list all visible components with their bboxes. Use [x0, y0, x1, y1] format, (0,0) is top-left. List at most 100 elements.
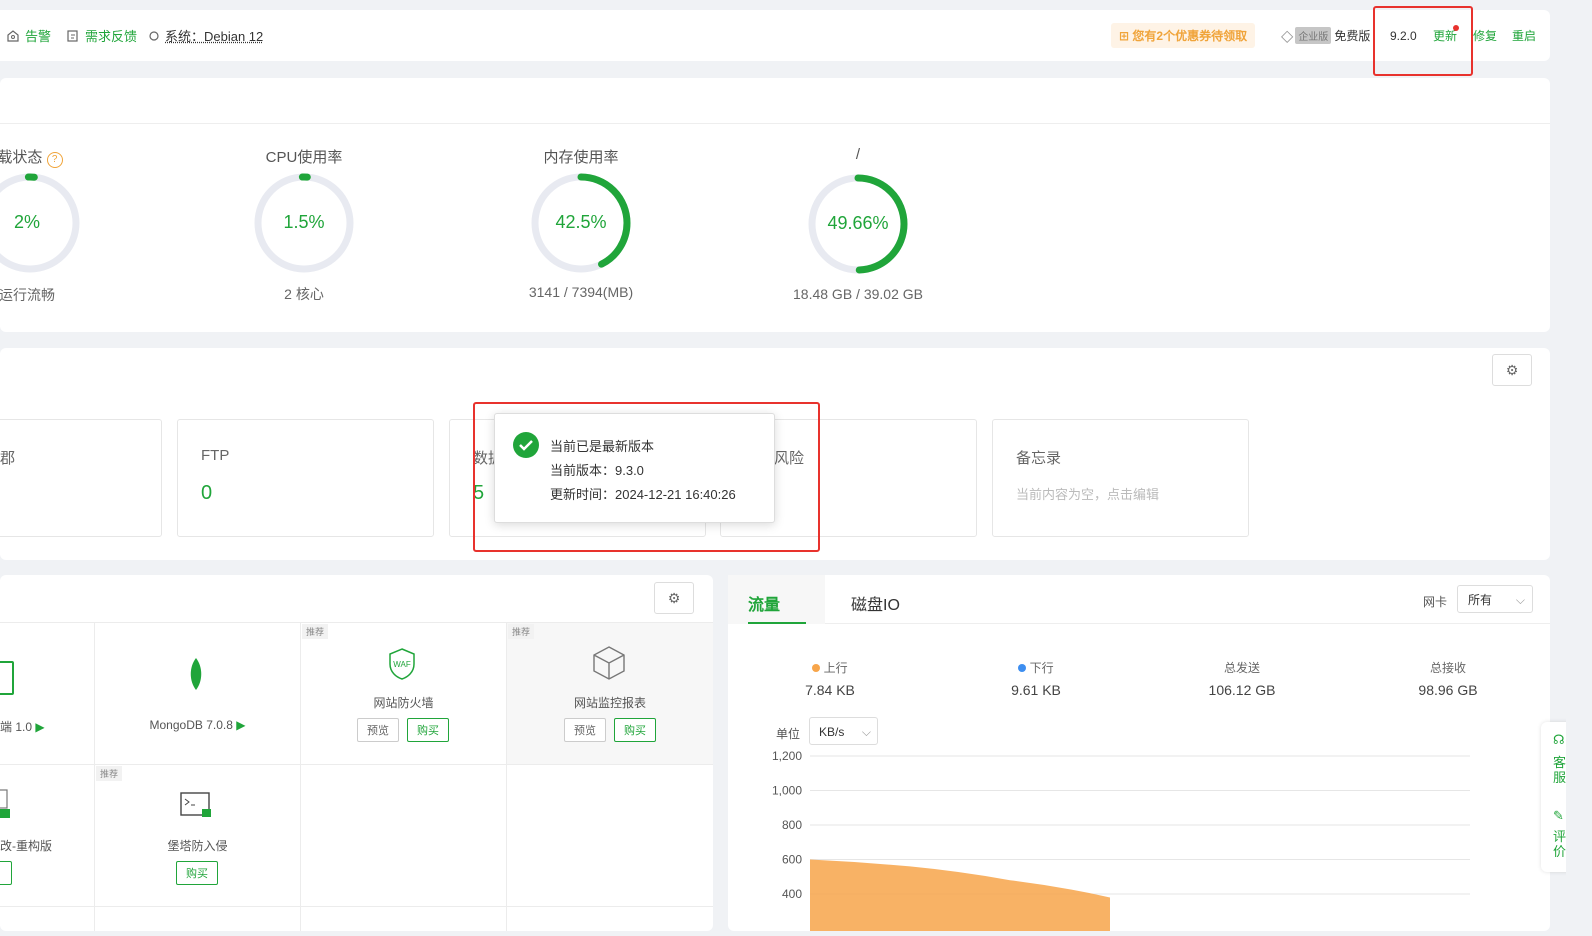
- waf-buy-button[interactable]: 购买: [407, 718, 449, 742]
- ftp-box[interactable]: FTP 0: [177, 419, 434, 537]
- upload-label-text: 上行: [823, 661, 848, 675]
- tab-disk-io[interactable]: 磁盘IO: [851, 591, 900, 615]
- tab-indicator: [748, 622, 806, 624]
- diamond-icon: ◇: [1281, 27, 1294, 45]
- edit-icon: ✎: [1553, 808, 1564, 823]
- repair-button[interactable]: 修复: [1473, 10, 1497, 61]
- download-label-text: 下行: [1029, 661, 1054, 675]
- download-dot: [1018, 664, 1027, 672]
- play-icon[interactable]: ▶: [35, 720, 44, 734]
- nic-select[interactable]: 所有 ⌵: [1457, 585, 1533, 613]
- circle-icon: [149, 30, 159, 41]
- divider: [0, 906, 713, 907]
- y-tick-label: 800: [782, 818, 802, 832]
- overview-panel: ⚙ 郡 FTP 0 数据 5 风险 备忘录 当前内容为空，点击编辑: [0, 348, 1550, 560]
- software-settings-button[interactable]: ⚙: [654, 582, 694, 614]
- monitor-name: 网站监控报表: [573, 696, 646, 710]
- alert-link[interactable]: 告警: [6, 10, 51, 61]
- intrusion-buy-button[interactable]: 购买: [176, 861, 218, 885]
- coupon-text: 您有2个优惠券待领取: [1132, 29, 1248, 43]
- coupon-banner[interactable]: ⊞ 您有2个优惠券待领取: [1111, 10, 1256, 61]
- total-sent-value: 106.12 GB: [1208, 682, 1276, 698]
- edit-icon: [67, 29, 78, 42]
- ftp-label: FTP: [201, 447, 230, 464]
- version-label: 9.2.0: [1390, 28, 1417, 43]
- memo-box[interactable]: 备忘录 当前内容为空，点击编辑: [992, 419, 1249, 537]
- divider: [728, 623, 1550, 624]
- system-info[interactable]: 系统：Debian 12: [148, 10, 263, 61]
- alert-label: 告警: [25, 29, 52, 44]
- recommend-tag: 推荐: [508, 624, 535, 639]
- recommend-tag: 推荐: [302, 624, 329, 639]
- y-tick-label: 1,200: [772, 749, 802, 763]
- unit-select-value: KB/s: [819, 725, 845, 739]
- software-name: 端 1.0: [0, 720, 33, 734]
- overview-settings-button[interactable]: ⚙: [1492, 354, 1532, 386]
- monitor-preview-button[interactable]: 预览: [564, 718, 606, 742]
- tab-traffic[interactable]: 流量: [748, 591, 780, 615]
- y-tick-label: 1,000: [772, 784, 802, 798]
- upload-value: 7.84 KB: [805, 682, 855, 698]
- download-label: 下行: [976, 659, 1096, 676]
- nic-label: 网卡: [1423, 595, 1448, 609]
- memory-title: 内存使用率: [543, 149, 619, 166]
- intrusion-name: 堡塔防入侵: [167, 839, 228, 853]
- nic-select-value: 所有: [1468, 593, 1493, 607]
- software-item-2[interactable]: MongoDB 7.0.8 ▶: [95, 718, 300, 732]
- edition-info[interactable]: ◇ 企业版 免费版: [1281, 10, 1370, 61]
- gear-icon: ⚙: [1505, 361, 1519, 378]
- gift-icon: ⊞: [1119, 29, 1133, 43]
- svg-text:WAF: WAF: [393, 660, 411, 669]
- download-value: 9.61 KB: [1011, 682, 1061, 698]
- divider: [94, 622, 95, 931]
- software-item-1[interactable]: 端 1.0 ▶: [0, 718, 45, 735]
- chevron-down-icon: ⌵: [1515, 593, 1525, 607]
- alert-icon: [7, 29, 19, 42]
- total-received-value: 98.96 GB: [1418, 682, 1478, 698]
- cube-icon: [593, 646, 625, 680]
- status-panel: 载状态 ? 2% 运行流畅 CPU使用率 1.5% 2 核心 内存使用率 42.…: [0, 78, 1550, 332]
- question-icon[interactable]: ?: [46, 152, 63, 168]
- divider: [0, 123, 1550, 124]
- upload-dot: [812, 664, 821, 672]
- load-value: 2%: [13, 212, 40, 232]
- cpu-sub: 2 核心: [284, 286, 324, 302]
- unit-select[interactable]: KB/s ⌵: [809, 717, 878, 745]
- load-title-text: 载状态: [0, 149, 43, 166]
- feedback-label: 需求反馈: [85, 29, 138, 44]
- ftp-value[interactable]: 0: [201, 482, 212, 505]
- check-circle-icon: [513, 432, 539, 458]
- restart-button[interactable]: 重启: [1512, 10, 1536, 61]
- y-tick-label: 600: [782, 853, 802, 867]
- system-label: 系统：Debian 12: [165, 29, 264, 44]
- popup-title: 当前已是最新版本: [550, 439, 655, 454]
- popup-time: 更新时间：2024-12-21 16:40:26: [550, 487, 736, 502]
- waf-preview-button[interactable]: 预览: [357, 718, 399, 742]
- monitor-buy-button[interactable]: 购买: [614, 718, 656, 742]
- memo-placeholder[interactable]: 当前内容为空，点击编辑: [1016, 484, 1159, 503]
- waf-shield-icon: WAF: [389, 648, 415, 680]
- scrollbar[interactable]: [1566, 0, 1592, 931]
- update-button[interactable]: 更新: [1433, 10, 1457, 61]
- waf-name: 网站防火墙: [373, 696, 434, 710]
- traffic-chart: 1,200 1,000 800 600 400: [728, 745, 1550, 931]
- feedback-link[interactable]: 需求反馈: [66, 10, 137, 61]
- lock-icon: [0, 789, 10, 818]
- top-header: 告警 需求反馈 系统：Debian 12 ⊞ 您有2个优惠券待领取 ◇ 企业版 …: [0, 10, 1550, 61]
- terminal-icon: [180, 792, 211, 817]
- item5-button[interactable]: [0, 861, 12, 885]
- update-dot: [1453, 25, 1459, 31]
- traffic-panel: 流量 磁盘IO 网卡 所有 ⌵ 上行 7.84 KB 下行 9.61 KB 总发…: [728, 575, 1550, 931]
- upload-label: 上行: [770, 659, 890, 676]
- memo-label: 备忘录: [1016, 450, 1062, 467]
- software-panel: ⚙ 端 1.0 ▶ MongoDB 7.0.8 ▶ 推荐 WAF 网站防火墙 预…: [0, 575, 713, 931]
- gear-icon: ⚙: [667, 589, 681, 606]
- update-popup: 当前已是最新版本 当前版本：9.3.0 更新时间：2024-12-21 16:4…: [494, 413, 775, 523]
- software-item-5[interactable]: 改-重构版: [0, 837, 52, 854]
- headset-icon: ☊: [1553, 732, 1565, 747]
- upload-area-series: [810, 859, 1110, 931]
- database-value[interactable]: 5: [473, 482, 484, 505]
- site-box[interactable]: 郡: [0, 419, 162, 537]
- play-icon[interactable]: ▶: [236, 718, 245, 732]
- risk-label: 风险: [774, 450, 805, 467]
